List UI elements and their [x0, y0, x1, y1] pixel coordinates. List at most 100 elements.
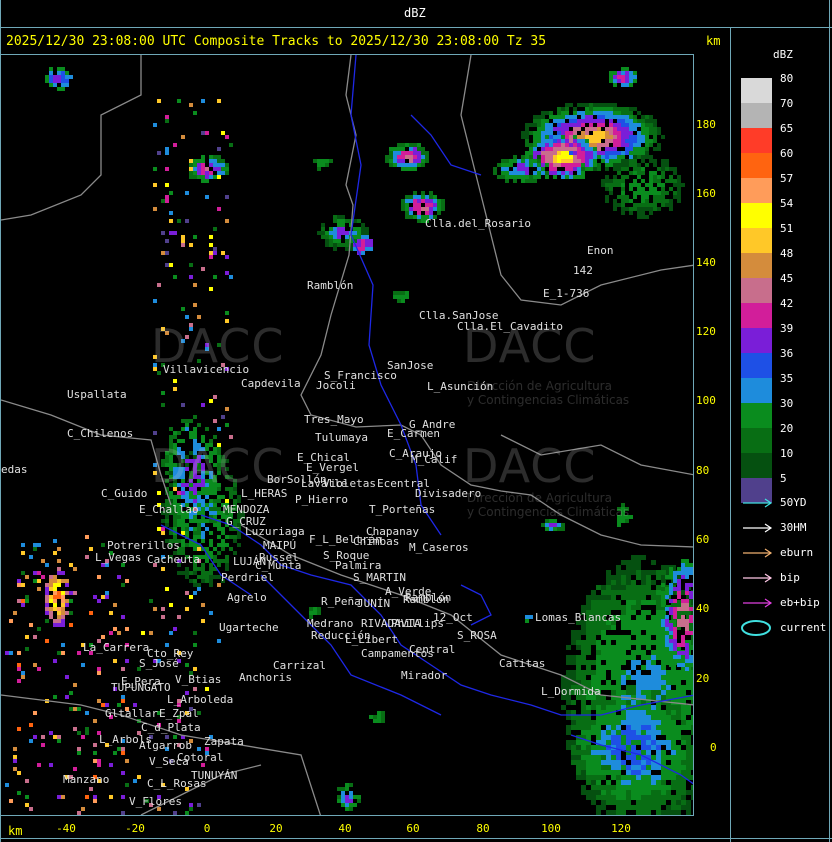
place-label: C_Guido	[101, 487, 147, 500]
place-label: M_Caseros	[409, 541, 469, 554]
place-label: L_Arboleda	[167, 693, 233, 706]
place-label: S_ROSA	[457, 629, 497, 642]
place-label: Mirador	[401, 669, 448, 682]
place-label: Violetas	[323, 477, 376, 490]
x-tick-label: 60	[406, 822, 420, 835]
x-axis-unit: km	[8, 824, 23, 838]
legend-swatch	[741, 103, 772, 128]
legend-level-label: 30	[780, 397, 794, 410]
legend-swatch	[741, 128, 772, 153]
place-label: Gltallar	[105, 707, 158, 720]
place-label: Ramblón	[307, 279, 353, 292]
place-label: M_Calif	[411, 453, 457, 466]
track-arrow-icon	[743, 548, 773, 558]
y-tick-label: 80	[696, 464, 710, 477]
x-tick-label: 40	[338, 822, 352, 835]
y-tick-label: 40	[696, 602, 710, 615]
radar-map[interactable]: Clla.del_Rosario Enon 142 E_1-736 Ramblón Cll…	[0, 54, 694, 816]
legend-swatch	[741, 453, 772, 478]
place-label: TUPUNGATO	[111, 681, 171, 694]
place-label: L_Libert	[345, 633, 398, 646]
frame-edge	[0, 838, 832, 839]
place-label: R_Peña	[321, 595, 361, 608]
track-legend-label: eburn	[780, 546, 814, 559]
place-label: JUNÍN	[357, 597, 390, 610]
legend-level-label: 20	[780, 422, 794, 435]
y-tick-label: 60	[696, 533, 710, 546]
place-label: E_Challao	[139, 503, 199, 516]
legend-swatch	[741, 203, 772, 228]
place-label: La_Carrera	[83, 641, 149, 654]
place-label: E_1-736	[543, 287, 589, 300]
legend-swatch	[741, 328, 772, 353]
place-label: Catitas	[499, 657, 545, 670]
place-label: Agrelo	[227, 591, 267, 604]
legend-level-label: 42	[780, 297, 794, 310]
y-tick-label: 100	[696, 394, 716, 407]
place-label: L_Dormida	[541, 685, 601, 698]
place-label: Perdriel	[221, 571, 274, 584]
legend-swatch	[741, 303, 772, 328]
legend-level-label: 45	[780, 272, 794, 285]
place-label: Manzano	[63, 773, 109, 786]
legend-level-label: 36	[780, 347, 794, 360]
legend-swatch	[741, 253, 772, 278]
x-tick-label: 20	[269, 822, 283, 835]
place-label: Cotoral	[177, 751, 223, 764]
legend-level-label: 70	[780, 97, 794, 110]
legend-swatch	[741, 403, 772, 428]
watermark-logo: DACC	[151, 439, 285, 493]
legend-level-label: 57	[780, 172, 794, 185]
place-label: Anchoris	[239, 671, 292, 684]
place-label: Zapata	[204, 735, 244, 748]
watermark-logo: DACC	[463, 319, 597, 373]
x-tick-label: -40	[56, 822, 76, 835]
place-label: L_Vegas	[95, 551, 141, 564]
place-label: C_Chilenos	[67, 427, 133, 440]
legend-title: dBZ	[773, 48, 793, 61]
legend-swatch	[741, 278, 772, 303]
track-arrow-icon	[743, 573, 773, 583]
legend-level-label: 65	[780, 122, 794, 135]
legend-swatch	[741, 228, 772, 253]
x-tick-label: 120	[611, 822, 631, 835]
place-label: Enon	[587, 244, 614, 257]
legend-swatch	[741, 353, 772, 378]
y-tick-label: 160	[696, 187, 716, 200]
x-tick-label: -20	[125, 822, 145, 835]
legend-level-label: 60	[780, 147, 794, 160]
legend-level-label: 39	[780, 322, 794, 335]
radar-display: dBZ 2025/12/30 23:08:00 UTC Composite Tr…	[0, 0, 832, 842]
y-axis-unit: km	[706, 34, 721, 48]
place-label: SanJose	[387, 359, 433, 372]
legend-level-label: 54	[780, 197, 794, 210]
place-label: E_Zpal	[159, 707, 199, 720]
place-label: S_José	[139, 657, 179, 670]
place-label: Cacheuta	[147, 553, 200, 566]
place-label: Ugarteche	[219, 621, 279, 634]
watermark-subtitle: Dirección de Agricultura y Contingencias …	[467, 491, 630, 519]
watermark-logo: DACC	[151, 319, 285, 373]
watermark-logo: DACC	[463, 439, 597, 493]
place-label: Phillips	[391, 617, 444, 630]
legend-separator	[730, 28, 731, 842]
place-label: V_Btias	[175, 673, 221, 686]
track-arrow-icon	[743, 523, 773, 533]
y-tick-label: 140	[696, 256, 716, 269]
legend-swatch	[741, 78, 772, 103]
radar-map-canvas: Clla.del_RosarioEnon142E_1-736RamblónCll…	[1, 55, 693, 815]
legend-swatch	[741, 378, 772, 403]
place-label: T_Porteñas	[369, 503, 435, 516]
place-label: Jocoli	[316, 379, 356, 392]
place-label: Luzuriaga	[245, 525, 305, 538]
legend-swatch	[741, 428, 772, 453]
place-label: Tres_Mayo	[304, 413, 364, 426]
y-tick-label: 20	[696, 672, 710, 685]
legend-level-label: 35	[780, 372, 794, 385]
y-tick-label: 120	[696, 325, 716, 338]
legend-level-label: 80	[780, 72, 794, 85]
track-legend-label: 30HM	[780, 521, 807, 534]
y-tick-label: 0	[710, 741, 717, 754]
x-tick-label: 100	[541, 822, 561, 835]
x-tick-label: 0	[203, 822, 211, 835]
